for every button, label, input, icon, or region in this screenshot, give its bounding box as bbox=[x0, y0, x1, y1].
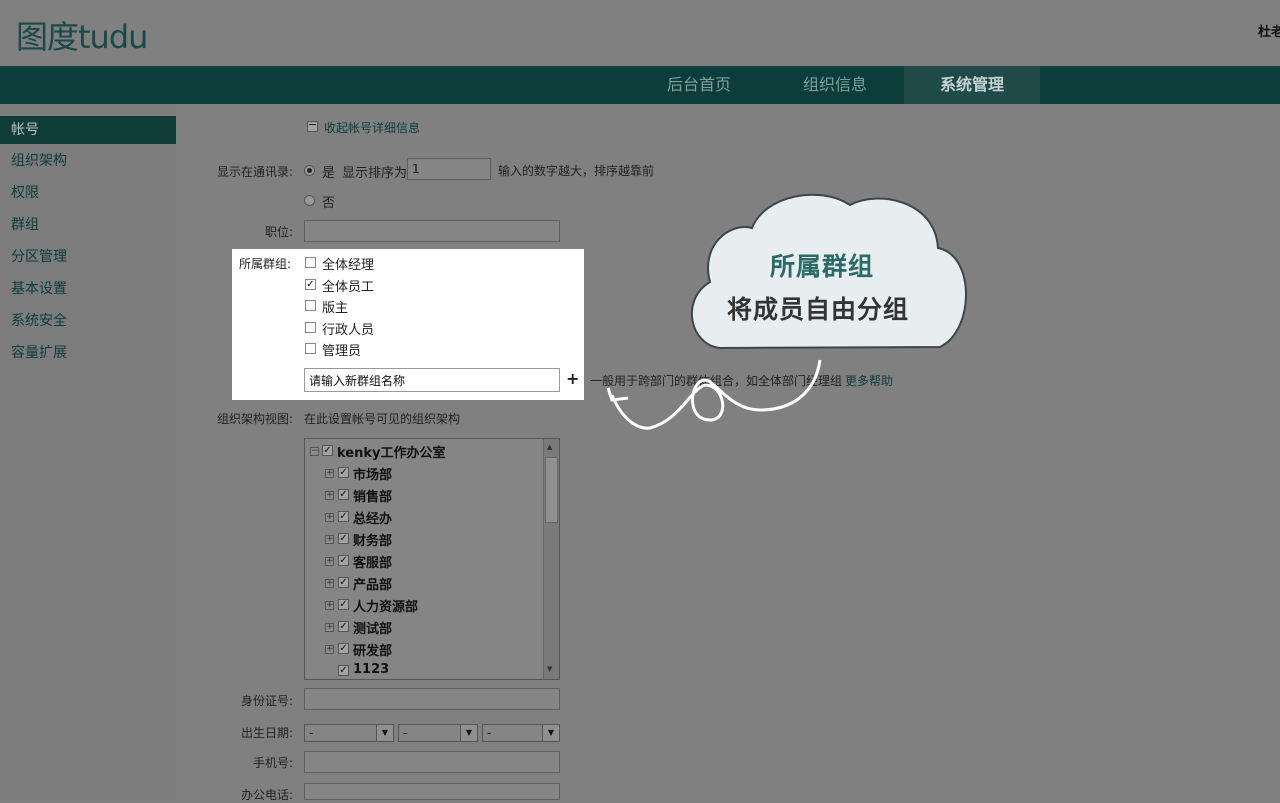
tree-node[interactable]: 财务部 bbox=[353, 530, 392, 549]
show-no-radio[interactable] bbox=[304, 195, 315, 206]
tree-node[interactable]: 产品部 bbox=[353, 574, 392, 593]
user-name[interactable]: 杜老 bbox=[1258, 21, 1280, 40]
tree-checkbox[interactable]: ✓ bbox=[338, 533, 349, 544]
expand-icon[interactable]: + bbox=[325, 557, 334, 566]
show-yes-label: 是 bbox=[322, 166, 336, 181]
tree-root-node[interactable]: kenky工作办公室 bbox=[337, 442, 446, 461]
tree-checkbox[interactable]: ✓ bbox=[338, 621, 349, 632]
tree-checkbox[interactable]: ✓ bbox=[338, 665, 349, 676]
select-value: - bbox=[487, 726, 492, 740]
show-no-label: 否 bbox=[322, 196, 336, 211]
tree-checkbox[interactable]: ✓ bbox=[338, 489, 349, 500]
position-input[interactable] bbox=[304, 220, 560, 242]
group-checkbox[interactable] bbox=[305, 343, 316, 354]
top-nav: 后台首页 组织信息 系统管理 bbox=[0, 66, 1280, 104]
scroll-up-icon[interactable]: ▲ bbox=[547, 443, 552, 451]
add-group-button[interactable]: + bbox=[566, 369, 579, 388]
groups-panel: 所属群组: 全体经理 ✓ 全体员工 版主 行政人员 管理员 请输入新群组名称 + bbox=[232, 249, 584, 400]
position-label: 职位: bbox=[264, 225, 293, 239]
tree-checkbox[interactable]: ✓ bbox=[338, 599, 349, 610]
group-checkbox[interactable] bbox=[305, 257, 316, 268]
group-checkbox[interactable] bbox=[305, 300, 316, 311]
header: 图度tudu 杜老 bbox=[0, 0, 1280, 66]
tree-node[interactable]: 测试部 bbox=[353, 618, 392, 637]
tree-node[interactable]: 研发部 bbox=[353, 640, 392, 659]
birth-year-select[interactable]: - ▼ bbox=[304, 724, 394, 742]
expand-icon[interactable]: + bbox=[325, 579, 334, 588]
expand-icon[interactable]: + bbox=[325, 645, 334, 654]
org-tree: − ✓ kenky工作办公室 + ✓ 市场部 + ✓ 销售部 + ✓ 总经办 +… bbox=[304, 438, 560, 680]
tree-node[interactable]: 总经办 bbox=[353, 508, 392, 527]
tree-checkbox[interactable]: ✓ bbox=[338, 555, 349, 566]
sidebar-item-basic-settings[interactable]: 基本设置 bbox=[0, 275, 176, 303]
tree-scrollbar[interactable]: ▲ ▼ bbox=[543, 439, 559, 679]
group-checkbox[interactable] bbox=[305, 322, 316, 333]
group-name: 全体员工 bbox=[322, 280, 375, 295]
scroll-down-icon[interactable]: ▼ bbox=[547, 665, 552, 673]
tab-admin-home[interactable]: 后台首页 bbox=[650, 66, 748, 104]
chevron-down-icon[interactable]: ▼ bbox=[376, 725, 393, 741]
office-phone-input[interactable] bbox=[304, 783, 560, 800]
mobile-label: 手机号: bbox=[252, 756, 293, 770]
tree-node[interactable]: 客服部 bbox=[353, 552, 392, 571]
sort-order-input[interactable]: 1 bbox=[407, 158, 491, 180]
org-view-hint: 在此设置帐号可见的组织架构 bbox=[304, 412, 461, 426]
group-name: 行政人员 bbox=[322, 323, 375, 338]
sidebar: 帐号 组织架构 权限 群组 分区管理 基本设置 系统安全 容量扩展 bbox=[0, 104, 176, 800]
show-in-directory-label: 显示在通讯录: bbox=[216, 165, 293, 179]
office-phone-label: 办公电话: bbox=[240, 788, 293, 802]
sidebar-item-security[interactable]: 系统安全 bbox=[0, 307, 176, 335]
tab-org-info[interactable]: 组织信息 bbox=[786, 66, 884, 104]
sidebar-item-groups[interactable]: 群组 bbox=[0, 211, 176, 239]
birth-date-label: 出生日期: bbox=[240, 726, 293, 740]
tree-node[interactable]: 销售部 bbox=[353, 486, 392, 505]
collapse-details-link[interactable]: 收起帐号详细信息 bbox=[324, 119, 420, 136]
scrollbar-thumb[interactable] bbox=[545, 457, 558, 523]
group-name: 版主 bbox=[322, 301, 349, 316]
sidebar-item-account[interactable]: 帐号 bbox=[0, 116, 176, 144]
callout-subtitle: 将成员自由分组 bbox=[727, 295, 910, 324]
group-name: 管理员 bbox=[322, 344, 362, 359]
expand-icon[interactable]: + bbox=[325, 491, 334, 500]
id-number-label: 身份证号: bbox=[240, 694, 293, 708]
sort-order-label: 显示排序为 bbox=[342, 166, 408, 181]
id-number-input[interactable] bbox=[304, 688, 560, 710]
tree-node[interactable]: 人力资源部 bbox=[353, 596, 418, 615]
expand-icon[interactable]: + bbox=[325, 469, 334, 478]
expand-icon[interactable]: + bbox=[325, 623, 334, 632]
sidebar-item-org-structure[interactable]: 组织架构 bbox=[0, 147, 176, 175]
chevron-down-icon[interactable]: ▼ bbox=[460, 725, 477, 741]
birth-day-select[interactable]: - ▼ bbox=[482, 724, 560, 742]
tree-checkbox[interactable]: ✓ bbox=[322, 445, 333, 456]
sidebar-item-permissions[interactable]: 权限 bbox=[0, 179, 176, 207]
sort-order-hint: 输入的数字越大，排序越靠前 bbox=[498, 164, 655, 178]
groups-label: 所属群组: bbox=[239, 257, 292, 271]
expand-icon[interactable]: + bbox=[325, 535, 334, 544]
collapse-icon[interactable]: − bbox=[310, 447, 319, 456]
callout-title: 所属群组 bbox=[770, 252, 875, 281]
tree-checkbox[interactable]: ✓ bbox=[338, 511, 349, 522]
tab-system-management[interactable]: 系统管理 bbox=[904, 66, 1040, 104]
org-view-label: 组织架构视图: bbox=[216, 412, 293, 426]
group-name: 全体经理 bbox=[322, 258, 375, 273]
birth-month-select[interactable]: - ▼ bbox=[398, 724, 478, 742]
tree-checkbox[interactable]: ✓ bbox=[338, 577, 349, 588]
tree-checkbox[interactable]: ✓ bbox=[338, 643, 349, 654]
sidebar-item-capacity[interactable]: 容量扩展 bbox=[0, 339, 176, 367]
tree-node[interactable]: 市场部 bbox=[353, 464, 392, 483]
tree-checkbox[interactable]: ✓ bbox=[338, 467, 349, 478]
expand-icon[interactable]: + bbox=[325, 513, 334, 522]
select-value: - bbox=[309, 726, 314, 740]
group-checkbox[interactable]: ✓ bbox=[305, 279, 316, 290]
new-group-input[interactable]: 请输入新群组名称 bbox=[304, 368, 560, 392]
collapse-icon[interactable]: − bbox=[307, 119, 318, 132]
show-yes-radio[interactable] bbox=[304, 165, 315, 176]
tree-node[interactable]: 1123 bbox=[353, 662, 389, 677]
tudu-logo[interactable]: 图度tudu bbox=[16, 12, 148, 58]
mobile-input[interactable] bbox=[304, 751, 560, 773]
sidebar-item-partition[interactable]: 分区管理 bbox=[0, 243, 176, 271]
select-value: - bbox=[403, 726, 408, 740]
chevron-down-icon[interactable]: ▼ bbox=[542, 725, 559, 741]
expand-icon[interactable]: + bbox=[325, 601, 334, 610]
